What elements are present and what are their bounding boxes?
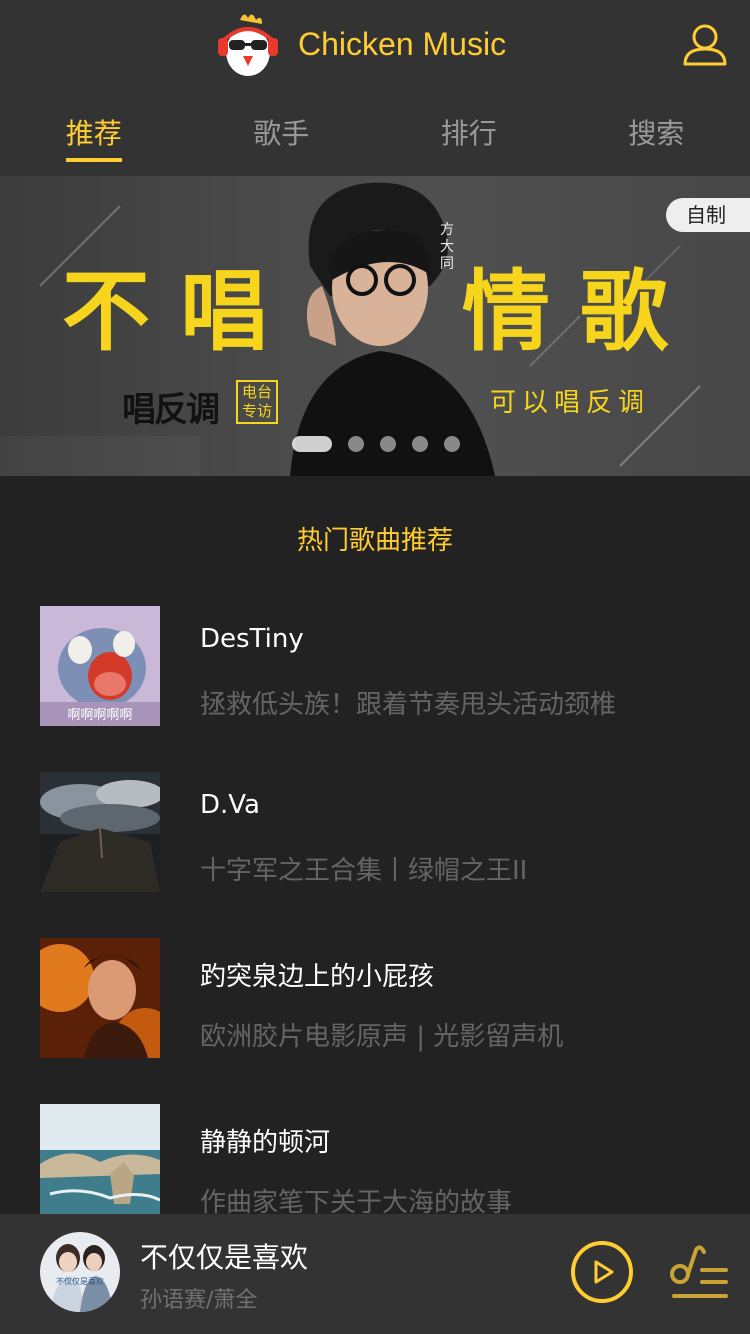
song-desc: 拯救低头族！跟着节奏甩头活动颈椎 — [200, 690, 617, 720]
slider-dot[interactable] — [412, 436, 428, 452]
song-cover: 啊啊啊啊啊 — [40, 606, 160, 726]
player-artist: 孙语赛/萧全 — [140, 1288, 258, 1313]
tab-singer[interactable]: 歌手 — [188, 88, 376, 176]
cover-caption: 啊啊啊啊啊 — [67, 708, 132, 723]
banner-radio-label: 电台专访 — [236, 380, 278, 424]
tab-recommend[interactable]: 推荐 — [0, 88, 188, 176]
user-icon[interactable] — [682, 22, 728, 68]
banner-subtitle: 可以唱反调 — [490, 388, 651, 418]
slider-dot[interactable] — [380, 436, 396, 452]
song-name: DesTiny — [200, 624, 304, 654]
song-cover — [40, 772, 160, 892]
tab-search[interactable]: 搜索 — [563, 88, 750, 176]
song-list: 啊啊啊啊啊 DesTiny 拯救低头族！跟着节奏甩头活动颈椎 D.Va 十字军之… — [0, 606, 750, 1270]
tab-rank[interactable]: 排行 — [375, 88, 563, 176]
slider-dot[interactable] — [292, 436, 332, 452]
banner-headline-left: 不唱 — [62, 260, 299, 363]
mini-player[interactable]: 不仅仅是喜欢 不仅仅是喜欢 孙语赛/萧全 — [0, 1214, 750, 1334]
play-icon[interactable] — [570, 1240, 634, 1304]
song-desc: 欧洲胶片电影原声 | 光影留声机 — [200, 1022, 564, 1052]
song-name: D.Va — [200, 790, 260, 820]
slider-dot[interactable] — [444, 436, 460, 452]
song-cover — [40, 938, 160, 1058]
app-header: Chicken Music — [0, 0, 750, 88]
banner-tag: 自制 — [666, 198, 750, 232]
app-title: Chicken Music — [298, 25, 507, 62]
player-cover: 不仅仅是喜欢 — [40, 1232, 120, 1312]
playlist-icon[interactable] — [668, 1244, 728, 1302]
section-title: 热门歌曲推荐 — [296, 526, 453, 556]
song-name: 静静的顿河 — [200, 1128, 331, 1158]
list-item[interactable]: 趵突泉边上的小屁孩 欧洲胶片电影原声 | 光影留声机 — [0, 938, 750, 1104]
list-item[interactable]: D.Va 十字军之王合集丨绿帽之王II — [0, 772, 750, 938]
player-cover-caption: 不仅仅是喜欢 — [56, 1276, 104, 1286]
banner-show-logo: 唱反调 — [122, 390, 220, 430]
slider-dots — [292, 436, 476, 452]
brand: Chicken Music — [218, 10, 506, 78]
banner-headline-right: 情歌 — [462, 260, 699, 363]
tab-bar: 推荐 歌手 排行 搜索 — [0, 88, 750, 176]
slider-dot[interactable] — [348, 436, 364, 452]
banner-artist-name: 方大同 — [440, 222, 454, 272]
chicken-logo-icon — [218, 14, 278, 76]
song-cover — [40, 1104, 160, 1224]
banner-slider[interactable]: 不唱 情歌 方大同 可以唱反调 唱反调 电台专访 自制 — [0, 176, 750, 476]
song-desc: 十字军之王合集丨绿帽之王II — [200, 856, 528, 886]
player-title: 不仅仅是喜欢 — [140, 1241, 309, 1274]
list-item[interactable]: 啊啊啊啊啊 DesTiny 拯救低头族！跟着节奏甩头活动颈椎 — [0, 606, 750, 772]
song-name: 趵突泉边上的小屁孩 — [200, 962, 435, 992]
